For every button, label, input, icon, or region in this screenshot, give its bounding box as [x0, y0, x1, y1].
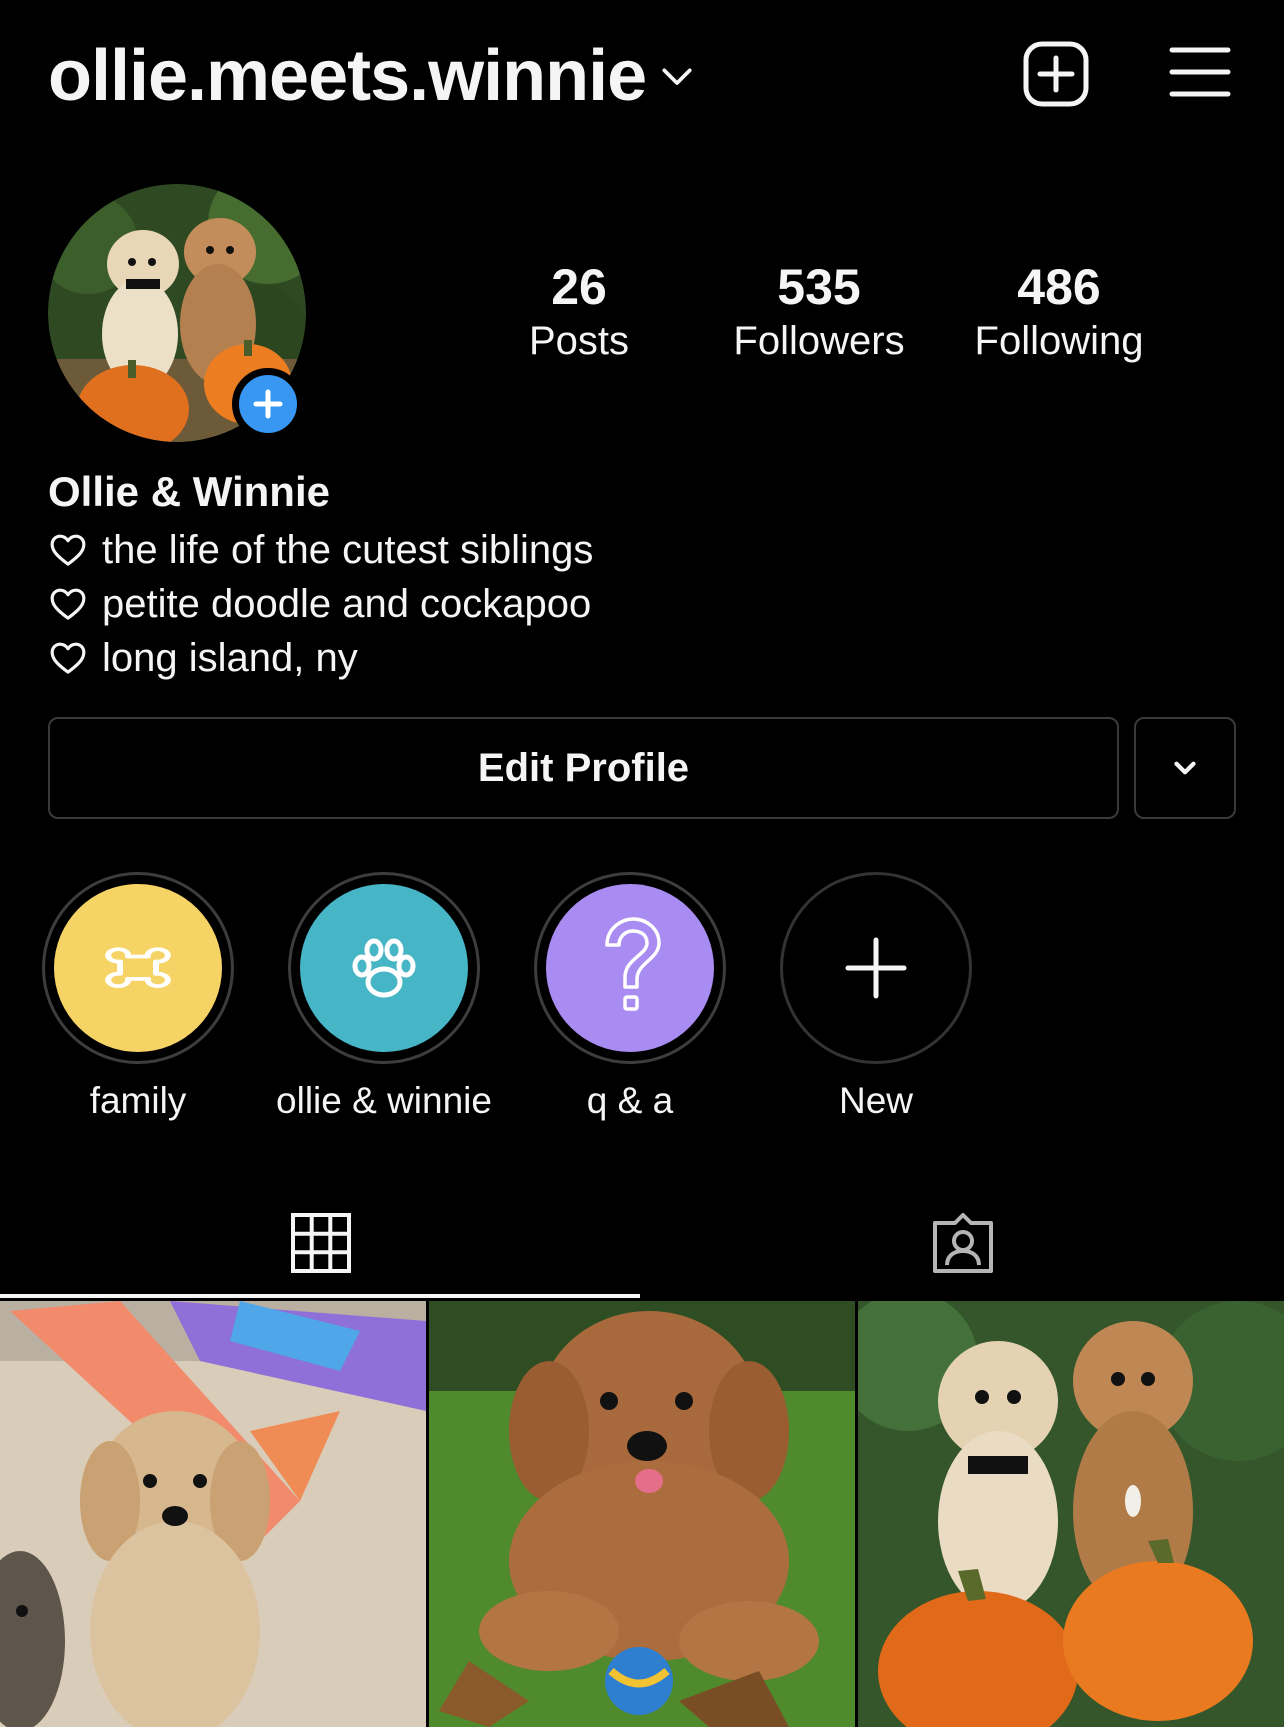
posts-count: 26	[551, 259, 607, 315]
posts-label: Posts	[528, 319, 630, 363]
highlight-label: family	[89, 1080, 187, 1121]
edit-profile-button[interactable]: Edit Profile	[48, 717, 1119, 819]
highlight-label: q & a	[586, 1080, 674, 1121]
highlight-cover	[792, 884, 960, 1052]
grid-icon	[291, 1213, 351, 1273]
highlight-cover	[300, 884, 468, 1052]
followers-count: 535	[777, 259, 861, 315]
highlight-family[interactable]: family	[28, 872, 248, 1124]
profile-avatar[interactable]	[48, 184, 306, 442]
bio-line: petite doodle and cockapoo	[48, 578, 591, 630]
highlight-ollie-winnie[interactable]: ollie & winnie	[274, 872, 494, 1124]
post-thumbnail[interactable]	[429, 1301, 855, 1727]
selected-tab-indicator	[0, 1294, 640, 1298]
tagged-icon	[933, 1213, 993, 1273]
plus-icon	[845, 937, 907, 999]
post-image	[429, 1301, 855, 1727]
post-thumbnail[interactable]	[0, 1301, 426, 1727]
heart-icon	[50, 642, 86, 674]
profile-page: ollie.meets.winnie 26 Posts 535 Follower…	[0, 0, 1284, 1727]
bio-text: long island, ny	[102, 636, 358, 680]
bio-text: the life of the cutest siblings	[102, 528, 594, 572]
display-name: Ollie & Winnie	[48, 468, 330, 515]
stat-followers[interactable]: 535 Followers	[709, 258, 929, 366]
highlight-ring	[288, 872, 480, 1064]
tab-tagged[interactable]	[642, 1188, 1284, 1298]
highlight-ring	[42, 872, 234, 1064]
post-thumbnail[interactable]	[858, 1301, 1284, 1727]
highlight-new[interactable]: New	[766, 872, 986, 1124]
post-image	[0, 1301, 426, 1727]
suggested-accounts-button[interactable]	[1134, 717, 1236, 819]
highlight-cover	[546, 884, 714, 1052]
highlight-cover	[54, 884, 222, 1052]
heart-icon	[50, 588, 86, 620]
following-label: Following	[974, 319, 1144, 363]
new-post-icon[interactable]	[1022, 40, 1090, 108]
bio-line: the life of the cutest siblings	[48, 524, 593, 576]
username: ollie.meets.winnie	[48, 36, 647, 116]
question-mark-icon	[605, 917, 661, 1011]
paw-icon	[352, 938, 416, 998]
stat-posts[interactable]: 26 Posts	[469, 258, 689, 366]
stat-following[interactable]: 486 Following	[949, 258, 1169, 366]
chevron-down-icon	[662, 68, 692, 85]
highlight-ring	[780, 872, 972, 1064]
add-story-button[interactable]	[232, 368, 304, 440]
tab-posts-grid[interactable]	[0, 1188, 642, 1298]
bone-icon	[105, 947, 171, 989]
highlight-label: ollie & winnie	[276, 1080, 492, 1121]
account-switcher[interactable]: ollie.meets.winnie	[48, 36, 694, 116]
highlight-q-and-a[interactable]: q & a	[520, 872, 740, 1124]
post-image	[858, 1301, 1284, 1727]
highlight-label: New	[838, 1080, 914, 1121]
menu-icon[interactable]	[1168, 40, 1232, 104]
followers-label: Followers	[733, 319, 905, 363]
top-bar: ollie.meets.winnie	[0, 0, 1284, 150]
plus-icon	[253, 389, 283, 419]
heart-icon	[50, 534, 86, 566]
following-count: 486	[1017, 259, 1101, 315]
bio-line: long island, ny	[48, 632, 358, 684]
chevron-down-icon	[1174, 761, 1196, 775]
bio-text: petite doodle and cockapoo	[102, 582, 592, 626]
highlight-ring	[534, 872, 726, 1064]
